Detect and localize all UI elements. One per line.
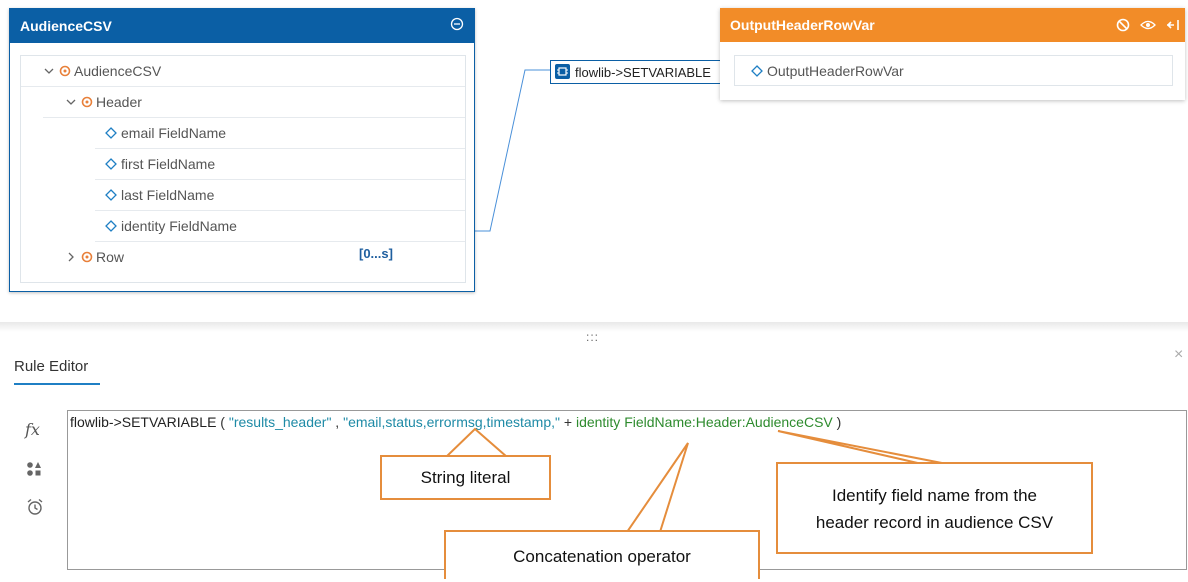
callout-concatenation: Concatenation operator [444, 530, 760, 579]
callout-text: Concatenation operator [513, 547, 691, 566]
callout-string-literal: String literal [380, 455, 551, 500]
callout-identify-field: Identify field name from the header reco… [776, 462, 1093, 554]
callout-pointer [443, 427, 510, 458]
callout-text: header record in audience CSV [815, 513, 1054, 532]
callout-pointer [625, 442, 689, 533]
callout-text: Identify field name from the [831, 486, 1038, 505]
callout-pointer [777, 430, 948, 465]
callout-text: String literal [420, 468, 511, 487]
